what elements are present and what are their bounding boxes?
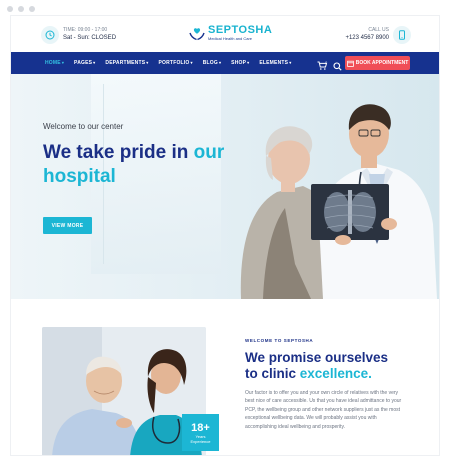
chevron-down-icon: ▾ (289, 60, 292, 65)
about-title-accent: excellence. (299, 366, 372, 381)
call-us: CALL US +123 4567 8900 (345, 27, 389, 43)
chevron-down-icon: ▾ (218, 60, 222, 65)
hero-title: We take pride in our hospital (43, 141, 224, 189)
opening-hours: TIME: 09:00 - 17:00 Sat - Sun: CLOSED (63, 27, 116, 43)
hero-banner: Welcome to our center We take pride in o… (11, 74, 439, 299)
about-title: We promise ourselves to clinic excellenc… (245, 350, 388, 382)
main-navigation: HOME▾ PAGES▾ DEPARTMENTS▾ PORTFOLIO▾ BLO… (11, 52, 439, 74)
chevron-down-icon: ▾ (93, 60, 96, 65)
hero-welcome-text: Welcome to our center (43, 122, 124, 131)
site-logo[interactable]: SEPTOSHA Medical Health and Care (189, 25, 272, 42)
about-paragraph: Our factor is to offer you and your own … (245, 390, 402, 430)
hero-title-line1: We take pride in (43, 142, 189, 163)
experience-badge: 18+ Years Experience (182, 414, 219, 451)
logo-tagline: Medical Health and Care (208, 36, 253, 41)
nav-item-blog[interactable]: BLOG▾ (203, 60, 221, 66)
about-eyebrow: WELCOME TO SEPTOSHA (245, 338, 314, 343)
nav-item-label: HOME (45, 60, 61, 66)
nav-item-label: ELEMENTS (259, 60, 289, 66)
calendar-icon (346, 60, 354, 67)
hero-title-accent: our (193, 142, 225, 163)
nav-item-label: PORTFOLIO (158, 60, 190, 66)
phone-number[interactable]: +123 4567 8900 (345, 34, 389, 43)
view-more-button[interactable]: VIEW MORE (43, 217, 92, 234)
chevron-down-icon: ▾ (190, 60, 193, 65)
call-label: CALL US (368, 27, 389, 33)
nav-item-shop[interactable]: SHOP▾ (231, 60, 249, 66)
nav-item-pages[interactable]: PAGES▾ (74, 60, 95, 66)
window-dot-3 (29, 6, 35, 12)
window-dot-1 (7, 6, 13, 12)
cart-count: 0 (325, 61, 327, 65)
caring-hands-icon (189, 27, 205, 40)
clock-icon (41, 26, 59, 44)
hours-closed: Sat - Sun: CLOSED (63, 35, 117, 41)
chevron-down-icon: ▾ (247, 60, 250, 65)
nav-item-elements[interactable]: ELEMENTS▾ (259, 60, 291, 66)
about-title-line2: to clinic (245, 366, 297, 381)
doctor-patient-photo (240, 104, 437, 299)
about-title-line1: We promise ourselves (245, 350, 389, 365)
book-appointment-button[interactable]: BOOK APPOINTMENT (345, 56, 410, 70)
nav-item-label: PAGES (74, 60, 93, 66)
nav-item-portfolio[interactable]: PORTFOLIO▾ (159, 60, 193, 66)
smartphone-icon (393, 26, 411, 44)
hours-label: TIME: 09:00 - 17:00 (63, 27, 108, 33)
website-frame: TIME: 09:00 - 17:00 Sat - Sun: CLOSED SE… (10, 15, 440, 456)
shopping-cart-icon: 0 (317, 61, 327, 70)
search-icon (333, 62, 342, 71)
hero-title-line2: hospital (43, 166, 116, 187)
nav-item-label: DEPARTMENTS (105, 60, 146, 66)
logo-name: SEPTOSHA (208, 24, 273, 36)
top-bar: TIME: 09:00 - 17:00 Sat - Sun: CLOSED SE… (11, 16, 439, 52)
nav-item-home[interactable]: HOME▾ (45, 60, 64, 66)
chevron-down-icon: ▾ (61, 60, 65, 65)
window-dot-2 (18, 6, 24, 12)
experience-number: 18+ (191, 421, 210, 434)
nav-item-label: SHOP (231, 60, 247, 66)
view-more-label: VIEW MORE (51, 222, 84, 229)
book-appointment-label: BOOK APPOINTMENT (355, 60, 409, 66)
experience-label-experience: Experience (190, 438, 211, 444)
nav-item-label: BLOG (202, 60, 218, 66)
window-controls (7, 6, 35, 12)
nav-item-departments[interactable]: DEPARTMENTS▾ (105, 60, 148, 66)
nav-menu: HOME▾ PAGES▾ DEPARTMENTS▾ PORTFOLIO▾ BLO… (45, 52, 291, 74)
chevron-down-icon: ▾ (146, 60, 149, 65)
